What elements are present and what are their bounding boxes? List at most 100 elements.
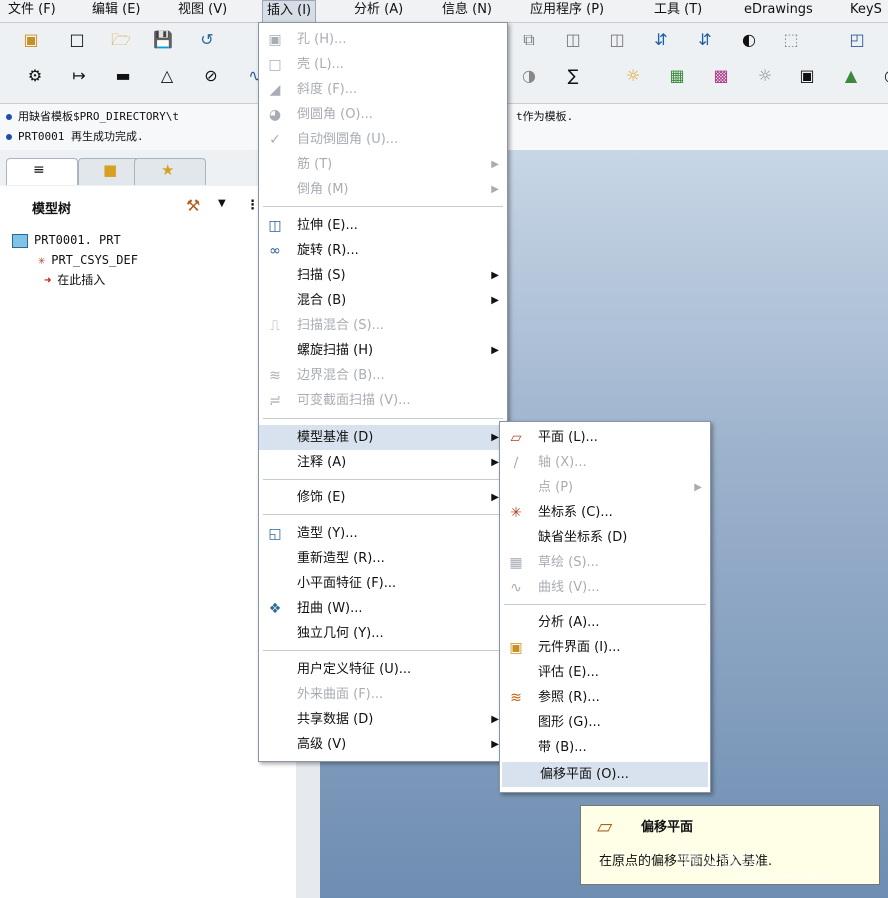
menu-item-variable-sweep[interactable]: ≓ 可变截面扫描 (V)... bbox=[259, 388, 507, 413]
menu-analysis[interactable]: 分析 (A) bbox=[350, 0, 407, 22]
new-file-icon[interactable]: □ bbox=[64, 27, 90, 53]
tree-node-insert-here[interactable]: ➜ 在此插入 bbox=[44, 270, 105, 290]
menu-item-helical-sweep[interactable]: 螺旋扫描 (H) ▶ bbox=[259, 338, 507, 363]
revolve-icon: ∞ bbox=[269, 243, 281, 259]
light-bulb-icon[interactable]: ☼ bbox=[620, 63, 646, 89]
menu-item-coordinate-system[interactable]: ✳ 坐标系 (C)... bbox=[500, 500, 710, 525]
menu-item-analysis[interactable]: 分析 (A)... bbox=[500, 610, 710, 635]
menu-item-shell[interactable]: □ 壳 (L)... bbox=[259, 52, 507, 77]
tab-model-tree[interactable]: ≡ bbox=[6, 158, 78, 185]
menu-item-swept-blend[interactable]: ⎍ 扫描混合 (S)... bbox=[259, 313, 507, 338]
menu-item-default-csys[interactable]: 缺省坐标系 (D) bbox=[500, 525, 710, 550]
menu-item-hole[interactable]: ▣ 孔 (H)... bbox=[259, 27, 507, 52]
menu-item-restyle[interactable]: 重新造型 (R)... bbox=[259, 546, 507, 571]
menu-item-warp[interactable]: ❖ 扭曲 (W)... bbox=[259, 596, 507, 621]
menu-item-datum-axis[interactable]: ∕ 轴 (X)... bbox=[500, 450, 710, 475]
menu-item-label: 自动倒圆角 (U)... bbox=[297, 132, 399, 147]
shade-icon[interactable]: ◑ bbox=[516, 63, 542, 89]
menu-item-revolve[interactable]: ∞ 旋转 (R)... bbox=[259, 238, 507, 263]
menu-item-annotation[interactable]: 注释 (A) ▶ bbox=[259, 450, 507, 475]
mesh-icon[interactable]: ▩ bbox=[708, 63, 734, 89]
menu-tools[interactable]: 工具 (T) bbox=[650, 0, 706, 22]
menu-edit[interactable]: 编辑 (E) bbox=[88, 0, 145, 22]
menu-item-reference[interactable]: ≋ 参照 (R)... bbox=[500, 685, 710, 710]
measure-angle-icon[interactable]: △ bbox=[154, 63, 180, 89]
open-folder-icon[interactable]: 🗁 bbox=[108, 27, 134, 53]
menu-item-graph[interactable]: 图形 (G)... bbox=[500, 710, 710, 735]
submenu-arrow-icon: ▶ bbox=[491, 184, 499, 195]
menu-item-draft[interactable]: ◢ 斜度 (F)... bbox=[259, 77, 507, 102]
menu-item-model-datum[interactable]: 模型基准 (D) ▶ bbox=[259, 425, 507, 450]
menu-item-independent-geometry[interactable]: 独立几何 (Y)... bbox=[259, 621, 507, 646]
menu-item-datum-plane[interactable]: ▱ 平面 (L)... bbox=[500, 425, 710, 450]
menu-item-cosmetic[interactable]: 修饰 (E) ▶ bbox=[259, 485, 507, 510]
param-icon[interactable]: ∑ bbox=[560, 63, 586, 89]
menu-applications[interactable]: 应用程序 (P) bbox=[526, 0, 608, 22]
menu-item-style[interactable]: ◱ 造型 (Y)... bbox=[259, 521, 507, 546]
texture-icon[interactable]: ▦ bbox=[664, 63, 690, 89]
menu-item-sweep[interactable]: 扫描 (S) ▶ bbox=[259, 263, 507, 288]
menu-item-blend[interactable]: 混合 (B) ▶ bbox=[259, 288, 507, 313]
render-settings-icon[interactable]: ☼ bbox=[752, 63, 778, 89]
menu-view[interactable]: 视图 (V) bbox=[174, 0, 231, 22]
paste-special-icon[interactable]: ◫ bbox=[604, 27, 630, 53]
select-working-dir-icon[interactable]: ▣ bbox=[18, 27, 44, 53]
menu-info[interactable]: 信息 (N) bbox=[438, 0, 496, 22]
model-props-icon[interactable]: ⚙ bbox=[22, 63, 48, 89]
menu-item-chamfer[interactable]: 倒角 (M) ▶ bbox=[259, 177, 507, 202]
tab-favorites[interactable]: ★ bbox=[134, 158, 206, 185]
menu-item-boundary-blend[interactable]: ≋ 边界混合 (B)... bbox=[259, 363, 507, 388]
menu-item-extrude[interactable]: ◫ 拉伸 (E)... bbox=[259, 213, 507, 238]
csys-icon: ✳ bbox=[510, 505, 522, 521]
render-region-icon[interactable]: ▣ bbox=[794, 63, 820, 89]
menu-item-evaluate[interactable]: 评估 (E)... bbox=[500, 660, 710, 685]
tree-node-csys[interactable]: ✳ PRT_CSYS_DEF bbox=[38, 250, 138, 270]
view-icon[interactable]: ◰ bbox=[844, 27, 870, 53]
submenu-arrow-icon: ▶ bbox=[491, 345, 499, 356]
menu-keyshot[interactable]: KeyS bbox=[846, 0, 886, 22]
menu-item-label: 共享数据 (D) bbox=[297, 712, 374, 727]
regenerate-icon[interactable]: ⇵ bbox=[648, 27, 674, 53]
measure-area-icon[interactable]: ▬ bbox=[110, 63, 136, 89]
submenu-arrow-icon: ▶ bbox=[491, 457, 499, 468]
measure-distance-icon[interactable]: ↦ bbox=[66, 63, 92, 89]
select-box-icon[interactable]: ⬚ bbox=[778, 27, 804, 53]
menu-item-shared-data[interactable]: 共享数据 (D) ▶ bbox=[259, 707, 507, 732]
save-copy-icon[interactable]: ↺ bbox=[194, 27, 220, 53]
menu-item-sketch[interactable]: ▦ 草绘 (S)... bbox=[500, 550, 710, 575]
menu-item-auto-round[interactable]: ✓ 自动倒圆角 (U)... bbox=[259, 127, 507, 152]
menu-item-rib[interactable]: 筋 (T) ▶ bbox=[259, 152, 507, 177]
menu-item-datum-point[interactable]: 点 (P) ▶ bbox=[500, 475, 710, 500]
menu-item-label: 草绘 (S)... bbox=[538, 555, 599, 570]
menu-edrawings[interactable]: eDrawings bbox=[740, 0, 817, 22]
paste-icon[interactable]: ◫ bbox=[560, 27, 586, 53]
menu-item-ribbon[interactable]: 带 (B)... bbox=[500, 735, 710, 760]
menu-item-advanced[interactable]: 高级 (V) ▶ bbox=[259, 732, 507, 757]
copy-icon[interactable]: ⧉ bbox=[516, 27, 542, 53]
menu-item-label: 拉伸 (E)... bbox=[297, 218, 358, 233]
tree-settings-icon[interactable]: ⚒ bbox=[186, 196, 200, 215]
appearance-icon[interactable]: ◔ bbox=[878, 63, 888, 89]
message-text-1: 用缺省模板$PRO_DIRECTORY\t bbox=[18, 110, 179, 123]
save-icon[interactable]: 💾 bbox=[150, 27, 176, 53]
menu-insert[interactable]: 插入 (I) bbox=[262, 0, 317, 22]
scene-icon[interactable]: ▲ bbox=[838, 63, 864, 89]
find-icon[interactable]: ◐ bbox=[736, 27, 762, 53]
menu-item-facet-feature[interactable]: 小平面特征 (F)... bbox=[259, 571, 507, 596]
menu-item-foreign-surface[interactable]: 外来曲面 (F)... bbox=[259, 682, 507, 707]
menu-item-user-defined-feature[interactable]: 用户定义特征 (U)... bbox=[259, 657, 507, 682]
regen-manager-icon[interactable]: ⇵ bbox=[692, 27, 718, 53]
measure-diameter-icon[interactable]: ⊘ bbox=[198, 63, 224, 89]
menu-item-curve[interactable]: ∿ 曲线 (V)... bbox=[500, 575, 710, 600]
part-icon bbox=[12, 233, 28, 248]
tree-node-part[interactable]: PRT0001. PRT bbox=[12, 230, 121, 250]
menu-separator bbox=[263, 206, 503, 207]
menu-file[interactable]: 文件 (F) bbox=[4, 0, 60, 22]
tree-node-label: PRT0001. PRT bbox=[34, 233, 121, 247]
menu-item-label: 扫描混合 (S)... bbox=[297, 318, 384, 333]
menu-item-component-interface[interactable]: ▣ 元件界面 (I)... bbox=[500, 635, 710, 660]
chevron-down-icon[interactable]: ▼ bbox=[218, 198, 226, 209]
menu-item-offset-plane[interactable]: 偏移平面 (O)... bbox=[502, 762, 708, 787]
menu-item-round[interactable]: ◕ 倒圆角 (O)... bbox=[259, 102, 507, 127]
submenu-arrow-icon: ▶ bbox=[491, 714, 499, 725]
